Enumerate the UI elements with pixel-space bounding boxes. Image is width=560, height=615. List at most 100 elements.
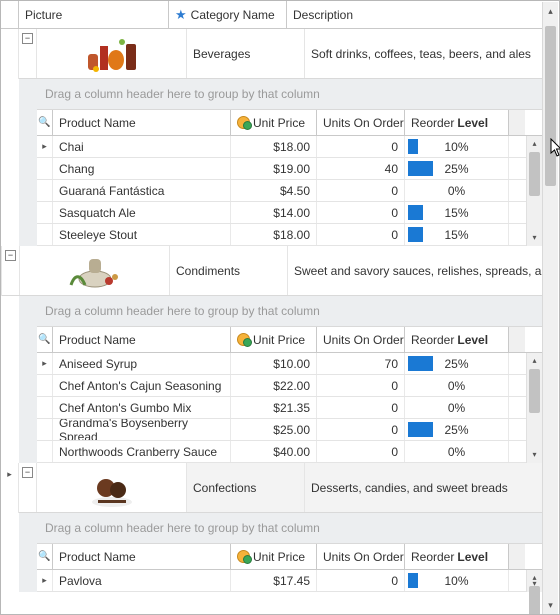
expand-cell[interactable]: − (2, 246, 20, 295)
table-row[interactable]: Chef Anton's Gumbo Mix$21.3500% (37, 397, 526, 419)
cell-category-name[interactable]: Confections (187, 463, 305, 512)
cell-reorder-level[interactable]: 10% (405, 570, 509, 591)
cell-units-on-order[interactable]: 0 (317, 136, 405, 157)
collapse-icon[interactable]: − (5, 250, 16, 261)
cell-reorder-level[interactable]: 25% (405, 353, 509, 374)
table-row[interactable]: ▸Pavlova$17.45010% (37, 570, 526, 592)
cell-unit-price[interactable]: $40.00 (231, 441, 317, 462)
cell-units-on-order[interactable]: 0 (317, 570, 405, 591)
scroll-down-arrow-icon[interactable]: ▾ (527, 576, 542, 592)
collapse-icon[interactable]: − (22, 467, 33, 478)
category-row[interactable]: − ConfectionsDesserts, candies, and swee… (19, 463, 542, 513)
cell-unit-price[interactable]: $10.00 (231, 353, 317, 374)
cell-product-name[interactable]: Guaraná Fantástica (53, 180, 231, 201)
cell-category-name[interactable]: Beverages (187, 29, 305, 78)
cell-unit-price[interactable]: $25.00 (231, 419, 317, 440)
search-column-header[interactable]: 🔍 (37, 544, 53, 569)
cell-units-on-order[interactable]: 0 (317, 419, 405, 440)
cell-reorder-level[interactable]: 0% (405, 441, 509, 462)
cell-units-on-order[interactable]: 0 (317, 397, 405, 418)
table-row[interactable]: Northwoods Cranberry Sauce$40.0000% (37, 441, 526, 463)
cell-reorder-level[interactable]: 10% (405, 136, 509, 157)
cell-unit-price[interactable]: $18.00 (231, 136, 317, 157)
scroll-down-arrow-icon[interactable]: ▾ (527, 230, 542, 246)
category-row[interactable]: − BeveragesSoft drinks, coffees, teas, b… (19, 29, 542, 79)
group-panel[interactable]: Drag a column header here to group by th… (37, 79, 542, 110)
cell-product-name[interactable]: Grandma's Boysenberry Spread (53, 419, 231, 440)
cell-reorder-level[interactable]: 0% (405, 397, 509, 418)
collapse-icon[interactable]: − (22, 33, 33, 44)
cell-product-name[interactable]: Chang (53, 158, 231, 179)
column-header-product-name[interactable]: Product Name (53, 327, 231, 352)
column-header-picture[interactable]: Picture (19, 1, 169, 28)
cell-unit-price[interactable]: $4.50 (231, 180, 317, 201)
cell-description[interactable]: Desserts, candies, and sweet breads (305, 463, 542, 512)
cell-unit-price[interactable]: $21.35 (231, 397, 317, 418)
column-header-reorder-level[interactable]: ReorderLevel (405, 327, 509, 352)
cell-units-on-order[interactable]: 0 (317, 375, 405, 396)
column-header-product-name[interactable]: Product Name (53, 544, 231, 569)
cell-reorder-level[interactable]: 25% (405, 419, 509, 440)
expand-cell[interactable]: − (19, 463, 37, 512)
cell-reorder-level[interactable]: 0% (405, 180, 509, 201)
cell-product-name[interactable]: Aniseed Syrup (53, 353, 231, 374)
cell-units-on-order[interactable]: 70 (317, 353, 405, 374)
cell-product-name[interactable]: Pavlova (53, 570, 231, 591)
scroll-thumb[interactable] (529, 152, 540, 196)
cell-units-on-order[interactable]: 40 (317, 158, 405, 179)
column-header-unit-price[interactable]: Unit Price (231, 327, 317, 352)
column-header-unit-price[interactable]: Unit Price (231, 544, 317, 569)
cell-reorder-level[interactable]: 15% (405, 202, 509, 223)
column-header-description[interactable]: Description (287, 1, 542, 28)
scroll-thumb[interactable] (529, 369, 540, 413)
cell-product-name[interactable]: Chef Anton's Gumbo Mix (53, 397, 231, 418)
detail-vertical-scrollbar[interactable]: ▴▾ (526, 136, 542, 246)
cell-description[interactable]: Soft drinks, coffees, teas, beers, and a… (305, 29, 542, 78)
cell-units-on-order[interactable]: 0 (317, 441, 405, 462)
cell-unit-price[interactable]: $18.00 (231, 224, 317, 245)
vertical-scrollbar[interactable]: ▴ ▾ (542, 2, 558, 614)
expand-cell[interactable]: − (19, 29, 37, 78)
table-row[interactable]: Chang$19.004025% (37, 158, 526, 180)
column-header-units-on-order[interactable]: Units On Order (317, 110, 405, 135)
table-row[interactable]: Sasquatch Ale$14.00015% (37, 202, 526, 224)
cell-product-name[interactable]: Chef Anton's Cajun Seasoning (53, 375, 231, 396)
column-header-product-name[interactable]: Product Name (53, 110, 231, 135)
cell-unit-price[interactable]: $19.00 (231, 158, 317, 179)
cell-units-on-order[interactable]: 0 (317, 180, 405, 201)
cell-unit-price[interactable]: $17.45 (231, 570, 317, 591)
group-panel[interactable]: Drag a column header here to group by th… (37, 296, 542, 327)
cell-unit-price[interactable]: $22.00 (231, 375, 317, 396)
table-row[interactable]: Guaraná Fantástica$4.5000% (37, 180, 526, 202)
scroll-down-arrow-icon[interactable]: ▾ (527, 447, 542, 463)
table-row[interactable]: Grandma's Boysenberry Spread$25.00025% (37, 419, 526, 441)
scroll-up-arrow-icon[interactable]: ▴ (527, 136, 542, 152)
table-row[interactable]: ▸Aniseed Syrup$10.007025% (37, 353, 526, 375)
table-row[interactable]: Steeleye Stout$18.00015% (37, 224, 526, 246)
cell-units-on-order[interactable]: 0 (317, 224, 405, 245)
cell-product-name[interactable]: Steeleye Stout (53, 224, 231, 245)
cell-unit-price[interactable]: $14.00 (231, 202, 317, 223)
scroll-up-arrow-icon[interactable]: ▴ (527, 353, 542, 369)
cell-reorder-level[interactable]: 0% (405, 375, 509, 396)
column-header-reorder-level[interactable]: ReorderLevel (405, 544, 509, 569)
search-column-header[interactable]: 🔍 (37, 327, 53, 352)
cell-reorder-level[interactable]: 25% (405, 158, 509, 179)
table-row[interactable]: Chef Anton's Cajun Seasoning$22.0000% (37, 375, 526, 397)
table-row[interactable]: ▸Chai$18.00010% (37, 136, 526, 158)
cell-reorder-level[interactable]: 15% (405, 224, 509, 245)
column-header-reorder-level[interactable]: ReorderLevel (405, 110, 509, 135)
cell-product-name[interactable]: Northwoods Cranberry Sauce (53, 441, 231, 462)
detail-vertical-scrollbar[interactable]: ▴▾ (526, 570, 542, 592)
scroll-down-arrow-icon[interactable]: ▾ (543, 596, 558, 614)
category-row[interactable]: − CondimentsSweet and savory sauces, rel… (2, 246, 542, 296)
search-column-header[interactable]: 🔍 (37, 110, 53, 135)
scroll-up-arrow-icon[interactable]: ▴ (543, 2, 558, 20)
cell-description[interactable]: Sweet and savory sauces, relishes, sprea… (288, 246, 542, 295)
group-panel[interactable]: Drag a column header here to group by th… (37, 513, 542, 544)
detail-vertical-scrollbar[interactable]: ▴▾ (526, 353, 542, 463)
scroll-thumb[interactable] (545, 26, 556, 186)
cell-units-on-order[interactable]: 0 (317, 202, 405, 223)
cell-category-name[interactable]: Condiments (170, 246, 288, 295)
cell-product-name[interactable]: Sasquatch Ale (53, 202, 231, 223)
